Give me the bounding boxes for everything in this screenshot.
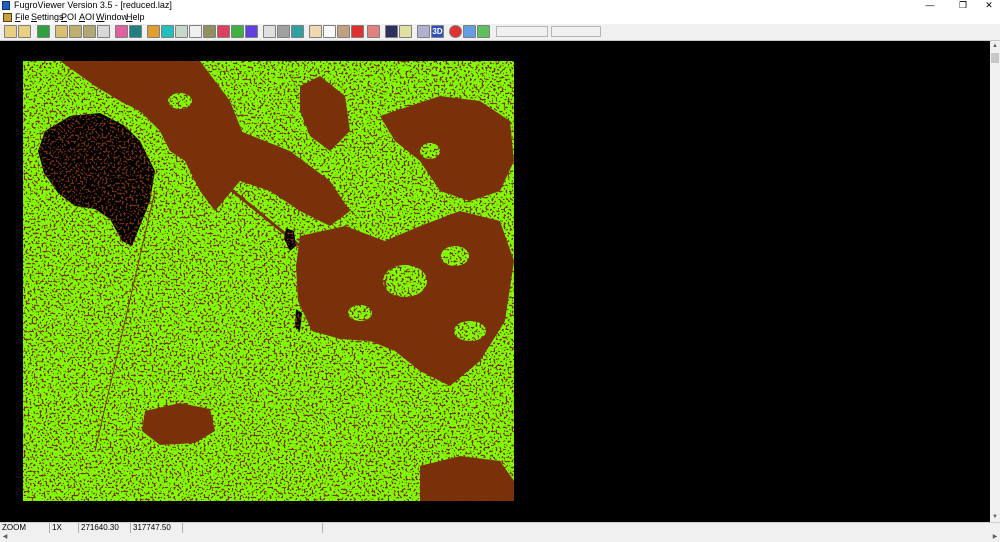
line-tool-icon[interactable] [189, 25, 202, 38]
cyan-square-icon[interactable] [161, 25, 174, 38]
scroll-down-icon[interactable]: ▼ [990, 512, 1000, 522]
layers-alt-icon[interactable] [69, 25, 82, 38]
measure-icon[interactable] [337, 25, 350, 38]
ruler-icon[interactable] [399, 25, 412, 38]
menu-window-label: indow [104, 12, 129, 22]
scroll-left-icon[interactable]: ◀ [0, 533, 10, 542]
close-button[interactable]: ✕ [979, 0, 999, 11]
3d-view-icon[interactable]: 3D [431, 25, 444, 38]
menu-help[interactable]: Help [126, 11, 145, 24]
toolbar: 3D [0, 24, 1000, 41]
layers-icon[interactable] [55, 25, 68, 38]
pin-icon[interactable] [351, 25, 364, 38]
scroll-right-icon[interactable]: ▶ [990, 533, 1000, 542]
grid-icon[interactable] [97, 25, 110, 38]
menu-aoi[interactable]: AOI [79, 11, 95, 24]
menu-file[interactable]: File [15, 11, 30, 24]
menu-file-label: ile [20, 12, 30, 22]
app-icon [2, 1, 10, 10]
menu-window-accel: W [96, 12, 105, 22]
menu-settings-label: ettings [37, 12, 64, 22]
stop-icon[interactable] [449, 25, 462, 38]
toolbar-field-2 [551, 26, 601, 37]
scroll-up-icon[interactable]: ▲ [990, 41, 1000, 51]
status-mode: ZOOM [0, 523, 50, 533]
select-points-icon[interactable] [175, 25, 188, 38]
point-cloud-canvas[interactable] [0, 41, 990, 522]
rainbow-icon[interactable] [231, 25, 244, 38]
pencil-icon[interactable] [417, 25, 430, 38]
status-bar: ZOOM 1X 271640.30 317747.50 [0, 522, 1000, 533]
compass-icon[interactable] [367, 25, 380, 38]
target-icon[interactable] [115, 25, 128, 38]
help-query-icon[interactable] [385, 25, 398, 38]
layers-stack-icon[interactable] [83, 25, 96, 38]
status-extra [183, 523, 323, 533]
status-x-coordinate: 271640.30 [79, 523, 131, 533]
points-icon[interactable] [263, 25, 276, 38]
status-zoom: 1X [50, 523, 79, 533]
point-cloud-viewport[interactable] [0, 41, 990, 522]
document-icon[interactable] [3, 13, 12, 22]
status-y-coordinate: 317747.50 [131, 523, 183, 533]
palette-icon[interactable] [217, 25, 230, 38]
mountain-icon[interactable] [203, 25, 216, 38]
restore-button[interactable]: ❐ [953, 0, 973, 11]
color-ramp-icon[interactable] [147, 25, 160, 38]
palette-alt-icon[interactable] [463, 25, 476, 38]
point-speckle [23, 61, 514, 501]
menu-help-label: elp [132, 12, 145, 22]
menu-bar: File Settings POI AOI Window Help [0, 11, 1000, 24]
spectrum-icon[interactable] [245, 25, 258, 38]
vertical-scrollbar[interactable]: ▲ ▼ [990, 41, 1000, 522]
title-bar: FugroViewer Version 3.5 - [reduced.laz] … [0, 0, 1000, 11]
export-icon[interactable] [477, 25, 490, 38]
window-title: FugroViewer Version 3.5 - [reduced.laz] [14, 0, 172, 10]
zoom-icon[interactable] [323, 25, 336, 38]
menu-aoi-label: OI [85, 12, 95, 22]
refresh-icon[interactable] [37, 25, 50, 38]
menu-window[interactable]: Window [96, 11, 128, 24]
horizontal-scrollbar[interactable]: ◀ ▶ [0, 533, 1000, 542]
menu-poi-label: OI [67, 12, 77, 22]
minimize-button[interactable]: — [920, 0, 940, 11]
open-folder-icon[interactable] [18, 25, 31, 38]
vertical-scroll-thumb[interactable] [991, 53, 999, 63]
grid-points-icon[interactable] [277, 25, 290, 38]
profile-icon[interactable] [129, 25, 142, 38]
menu-settings[interactable]: Settings [31, 11, 64, 24]
toolbar-field-1 [496, 26, 548, 37]
open-file-icon[interactable] [4, 25, 17, 38]
menu-poi[interactable]: POI [61, 11, 77, 24]
tin-icon[interactable] [291, 25, 304, 38]
hand-pan-icon[interactable] [309, 25, 322, 38]
